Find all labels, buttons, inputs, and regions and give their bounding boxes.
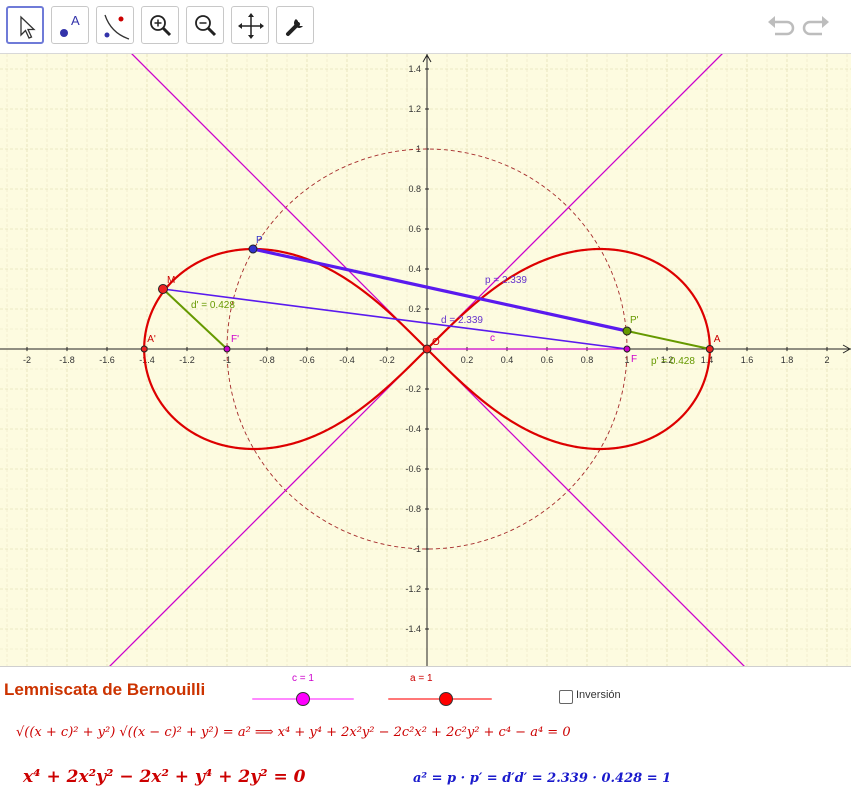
x-tick-label: 1.4 bbox=[701, 355, 714, 365]
slider-c[interactable] bbox=[252, 692, 354, 706]
x-tick-label: -1.4 bbox=[139, 355, 155, 365]
construction-title: Lemniscata de Bernouilli bbox=[4, 680, 206, 699]
y-tick-label: -0.6 bbox=[405, 464, 421, 474]
toolbar: A bbox=[0, 0, 851, 54]
x-tick-label: -1.2 bbox=[179, 355, 195, 365]
slider-a[interactable] bbox=[388, 692, 492, 706]
zoom-out-icon bbox=[195, 15, 217, 37]
point-p bbox=[248, 244, 258, 254]
x-tick-label: 1.6 bbox=[741, 355, 754, 365]
locus-icon bbox=[104, 14, 130, 40]
pointer-arrow-icon bbox=[20, 15, 36, 39]
y-tick-label: 0.4 bbox=[408, 264, 421, 274]
zoom-out-tool-button[interactable] bbox=[186, 6, 224, 44]
point-a bbox=[705, 345, 714, 353]
y-tick-label: 0.6 bbox=[408, 224, 421, 234]
point-tool-button[interactable]: A bbox=[51, 6, 89, 44]
undo-icon bbox=[768, 16, 795, 36]
y-tick-label: 0.8 bbox=[408, 184, 421, 194]
x-tick-label: -0.6 bbox=[299, 355, 315, 365]
x-tick-label: 1.8 bbox=[781, 355, 794, 365]
label-p-prime: p' = 0.428 bbox=[651, 356, 695, 367]
x-tick-label: -2 bbox=[23, 355, 31, 365]
x-tick-label: 0.6 bbox=[541, 355, 554, 365]
formula-lemniscate-equation: x⁴ + 2x²y² − 2x² + y⁴ + 2y² = 0 bbox=[23, 767, 306, 787]
wrench-icon bbox=[286, 19, 303, 36]
zoom-in-tool-button[interactable] bbox=[141, 6, 179, 44]
zoom-in-icon bbox=[150, 15, 172, 37]
graphics-view[interactable]: -2 -1.8 -1.6 -1.4 -1.2 -1 -0.8 -0.6 -0.4 -0.2 0.2 0… bbox=[0, 0, 851, 777]
x-tick-label: 0.2 bbox=[461, 355, 474, 365]
point-label-m: M bbox=[167, 275, 175, 286]
y-tick-label: 1.4 bbox=[408, 64, 421, 74]
slider-a-label: a = 1 bbox=[410, 673, 433, 684]
redo-icon bbox=[802, 16, 829, 36]
undo-button[interactable] bbox=[765, 12, 795, 40]
x-tick-label: -0.4 bbox=[339, 355, 355, 365]
slider-a-knob[interactable] bbox=[438, 692, 453, 706]
inversion-checkbox-label[interactable]: Inversión bbox=[576, 689, 621, 701]
formula-lemniscate-definition: √((x + c)² + y²) √((x − c)² + y²) = a² ⟹… bbox=[16, 725, 571, 740]
point-label-f-prime: F' bbox=[231, 334, 239, 345]
x-tick-label: -0.2 bbox=[379, 355, 395, 365]
point-label-a: A bbox=[714, 334, 721, 345]
point-a-prime bbox=[140, 345, 148, 353]
point-label-a-prime: A' bbox=[147, 334, 156, 345]
x-tick-label: -0.8 bbox=[259, 355, 275, 365]
coordinate-plane[interactable]: -2 -1.8 -1.6 -1.4 -1.2 -1 -0.8 -0.6 -0.4 -0.2 0.2 0… bbox=[0, 0, 851, 777]
inversion-checkbox[interactable] bbox=[559, 690, 573, 704]
y-tick-label: -0.2 bbox=[405, 384, 421, 394]
point-label-p-prime: P' bbox=[630, 315, 639, 326]
bottom-panel: Lemniscata de Bernouilli c = 1 a = 1 Inv… bbox=[0, 666, 851, 811]
slider-c-label: c = 1 bbox=[292, 673, 314, 684]
y-tick-label: -1.2 bbox=[405, 584, 421, 594]
x-tick-label: -1.8 bbox=[59, 355, 75, 365]
plot-background bbox=[0, 54, 851, 666]
y-tick-label: -1.4 bbox=[405, 624, 421, 634]
y-tick-label: -0.8 bbox=[405, 504, 421, 514]
y-tick-label: 1.2 bbox=[408, 104, 421, 114]
label-d-prime: d' = 0.428 bbox=[191, 300, 235, 311]
y-tick-label: -0.4 bbox=[405, 424, 421, 434]
x-tick-label: 0.4 bbox=[501, 355, 514, 365]
point-label-f: F bbox=[631, 354, 637, 365]
move-tool-button[interactable] bbox=[6, 6, 44, 44]
x-tick-label: 0.8 bbox=[581, 355, 594, 365]
label-c: c bbox=[490, 333, 495, 344]
redo-button[interactable] bbox=[802, 12, 832, 40]
move-view-tool-button[interactable] bbox=[231, 6, 269, 44]
point-p-prime bbox=[622, 326, 632, 336]
point-icon: A bbox=[60, 13, 80, 37]
point-label-o: O bbox=[432, 337, 440, 348]
locus-tool-button[interactable] bbox=[96, 6, 134, 44]
settings-tool-button[interactable] bbox=[276, 6, 314, 44]
point-f bbox=[623, 345, 631, 353]
point-o bbox=[422, 344, 432, 354]
move-view-icon bbox=[238, 13, 264, 39]
point-label-p: P bbox=[256, 235, 263, 246]
x-tick-label: -1.6 bbox=[99, 355, 115, 365]
slider-c-knob[interactable] bbox=[296, 692, 310, 706]
label-d: d = 2.339 bbox=[441, 315, 483, 326]
y-tick-label: 0.2 bbox=[408, 304, 421, 314]
point-tool-letter: A bbox=[71, 13, 80, 28]
label-p: p = 2.339 bbox=[485, 275, 527, 286]
point-f-prime bbox=[223, 345, 231, 353]
x-tick-label: 2 bbox=[824, 355, 829, 365]
formula-inversion-product: a² = p · p′ = d′d′ = 2.339 · 0.428 = 1 bbox=[413, 771, 672, 786]
